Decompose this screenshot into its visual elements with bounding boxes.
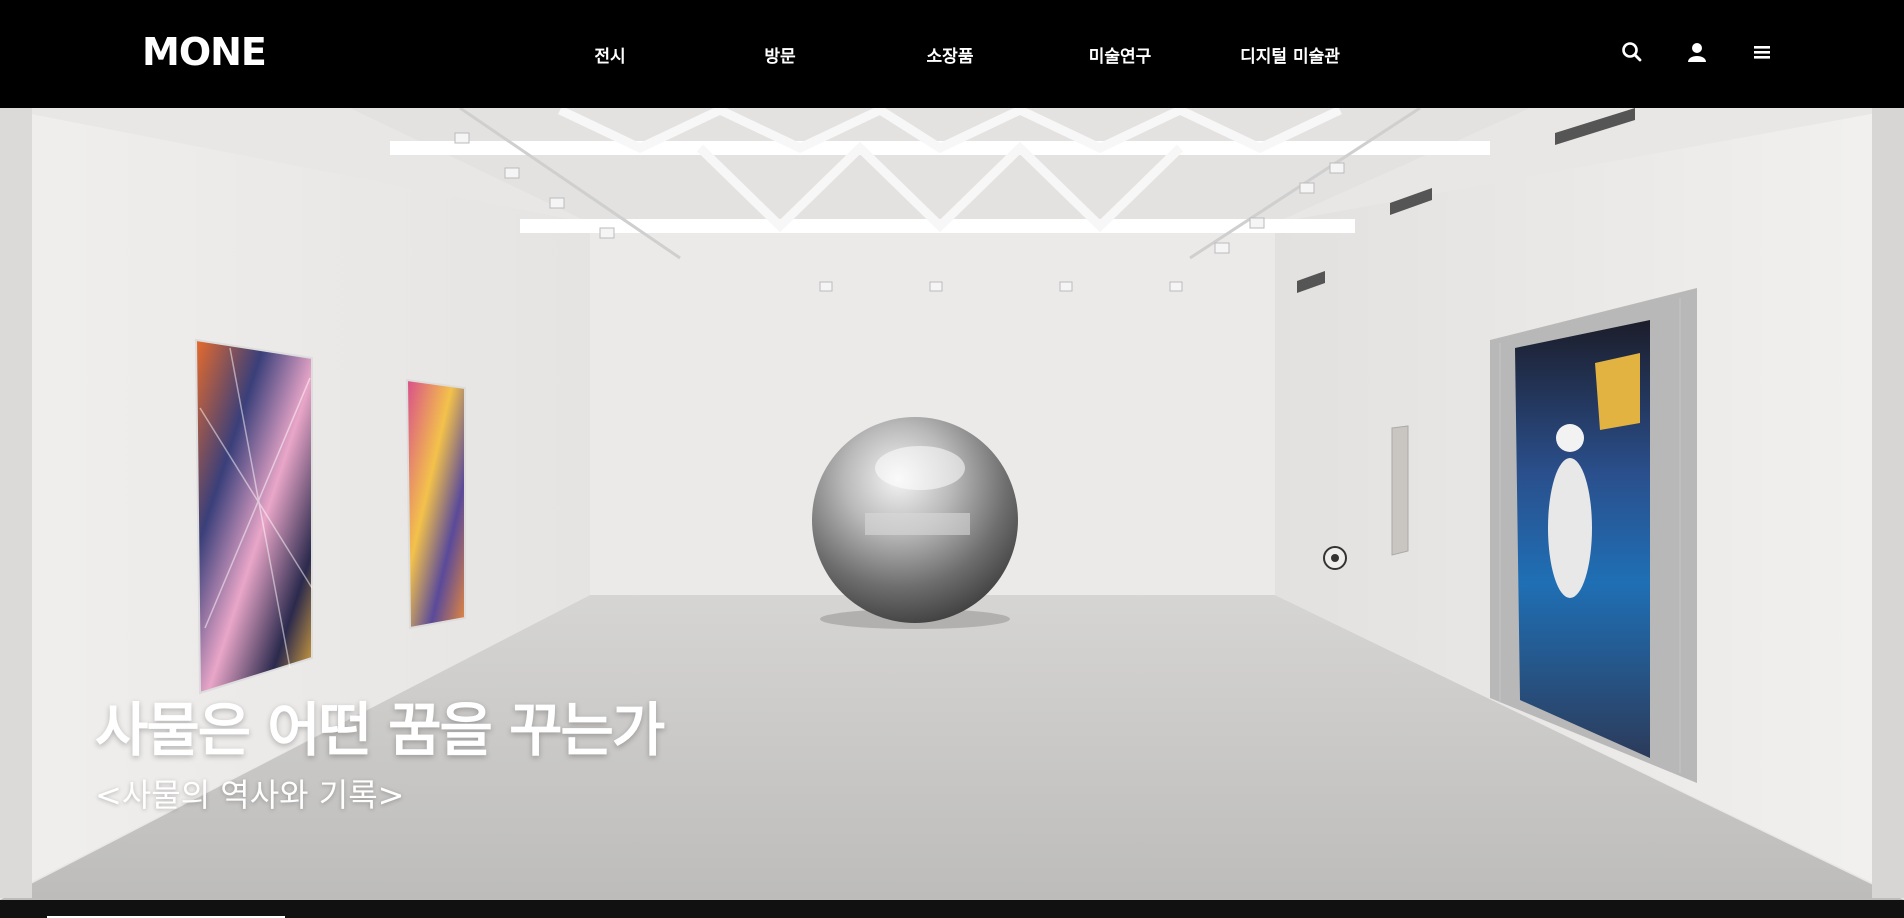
nav-item-research[interactable]: 미술연구: [1089, 42, 1152, 67]
user-icon[interactable]: [1683, 38, 1711, 66]
slider-progress-track: [0, 900, 1904, 918]
search-icon[interactable]: [1618, 38, 1646, 66]
hotspot-marker-icon[interactable]: [1323, 546, 1347, 570]
nav-item-visit[interactable]: 방문: [764, 42, 795, 67]
nav-item-digital-museum[interactable]: 디지털 미술관: [1240, 42, 1340, 67]
hero-banner[interactable]: 사물은 어떤 꿈을 꾸는가 <사물의 역사와 기록>: [0, 108, 1904, 900]
menu-icon[interactable]: [1748, 38, 1776, 66]
site-header: MONE 전시 방문 소장품 미술연구 디지털 미술관: [0, 0, 1904, 108]
nav-item-exhibition[interactable]: 전시: [594, 42, 625, 67]
nav-item-collection[interactable]: 소장품: [927, 42, 974, 67]
hero-subtitle: <사물의 역사와 기록>: [95, 776, 405, 814]
hero-title: 사물은 어떤 꿈을 꾸는가: [95, 696, 665, 764]
